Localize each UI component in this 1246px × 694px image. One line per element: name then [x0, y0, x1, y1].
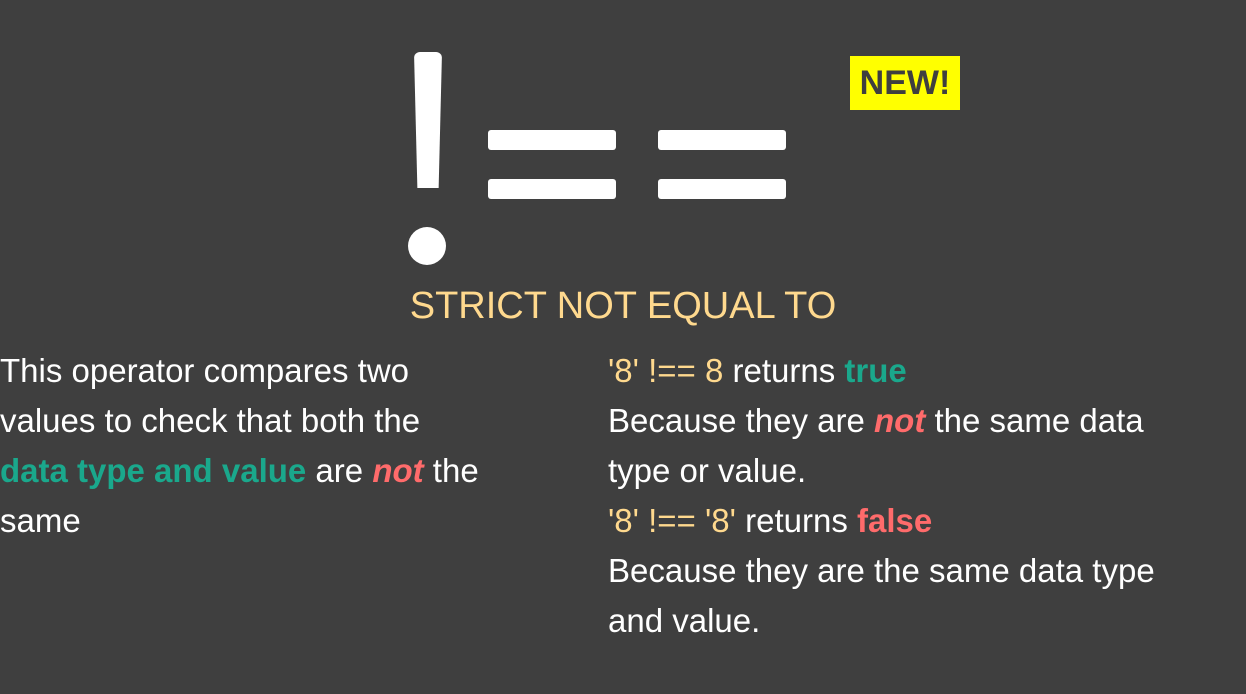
example-2-explanation: Because they are the same data type — [608, 552, 1155, 589]
example-1-code: '8' !== 8 — [608, 352, 724, 389]
example-1-returns: returns — [723, 352, 845, 389]
description-the: the — [423, 452, 479, 489]
highlight-data-type-value: data type and value — [0, 452, 307, 489]
new-badge: NEW! — [850, 56, 960, 110]
description-are: are — [306, 452, 373, 489]
example-2-code: '8' !== '8' — [608, 502, 736, 539]
exclamation-dot — [408, 227, 446, 265]
strict-not-equal-icon — [0, 0, 1246, 290]
example-1-line: '8' !== 8 returns true — [608, 346, 1238, 396]
example-1-explanation-line-2: type or value. — [608, 452, 807, 489]
example-2-result: false — [857, 502, 933, 539]
example-2-line: '8' !== '8' returns false — [608, 496, 1238, 546]
description-line-2: values to check that both the — [0, 402, 421, 439]
example-2-explanation-line-2: and value. — [608, 602, 761, 639]
example-2-returns: returns — [735, 502, 858, 539]
equals-bar-1-top — [488, 130, 616, 150]
description-line-4: same — [0, 502, 81, 539]
example-1-result: true — [844, 352, 907, 389]
example-1-explanation: Because they are not the same data — [608, 396, 1238, 446]
examples: '8' !== 8 returns true Because they are … — [608, 346, 1238, 646]
exclamation-bar — [414, 52, 442, 188]
page-title: STRICT NOT EQUAL TO — [409, 285, 837, 327]
emphasis-not: not — [372, 452, 424, 489]
example-1-emphasis-not: not — [874, 402, 926, 439]
equals-bar-2-top — [658, 130, 786, 150]
example-1-explain-post: the same data — [925, 402, 1144, 439]
description-line-1: This operator compares two — [0, 352, 410, 389]
operator-description: This operator compares two values to che… — [0, 346, 560, 546]
description-line-3: data type and value are not the — [0, 446, 560, 496]
example-1-explain-pre: Because they are — [608, 402, 874, 439]
equals-bar-2-bottom — [658, 179, 786, 199]
equals-bar-1-bottom — [488, 179, 616, 199]
